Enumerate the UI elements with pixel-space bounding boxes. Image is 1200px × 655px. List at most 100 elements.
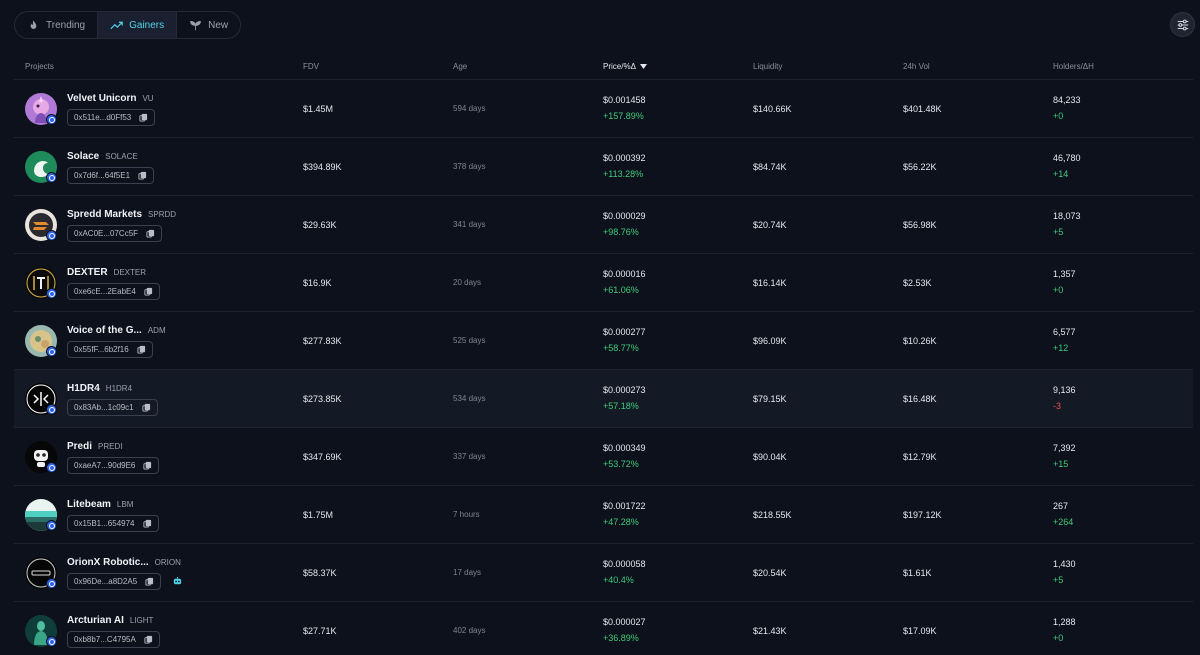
fdv-value: $27.71K [303,626,337,636]
filter-settings-button[interactable] [1170,12,1195,37]
project-name[interactable]: Spredd Markets SPRDD [67,209,176,220]
project-name[interactable]: Litebeam LBM [67,499,133,510]
project-name[interactable]: H1DR4 H1DR4 [67,383,132,394]
contract-address-copy[interactable]: 0x83Ab...1c09c1 [67,399,158,416]
copy-icon [139,113,148,122]
price-change: +157.89% [603,111,644,121]
contract-address-copy[interactable]: 0xAC0E...07Cc5F [67,225,163,242]
trending-up-icon [110,21,123,29]
base-chain-icon [46,288,57,299]
table-row[interactable]: Arcturian AI LIGHT 0xb8b7...C4795A $27.71… [14,602,1193,655]
copy-icon [137,345,145,354]
price-value: $0.001722 [603,501,646,511]
contract-address-copy[interactable]: 0x96De...a8D2A5 [67,573,162,590]
project-symbol: PREDI [98,442,123,451]
contract-address-copy[interactable]: 0x55fF...6b2f16 [67,341,153,358]
price-value: $0.001458 [603,95,646,105]
flame-icon [30,19,37,29]
contract-address-copy[interactable]: 0xaeA7...90d9E6 [67,457,160,474]
header-fdv[interactable]: FDV [303,62,319,71]
holders-change: +0 [1053,285,1064,295]
holders-value: 7,392 [1053,443,1076,453]
liquidity-value: $90.04K [753,452,787,462]
holders-change: +12 [1053,343,1069,353]
project-name[interactable]: Arcturian AI LIGHT [67,615,153,626]
project-symbol: ORION [154,558,181,567]
copy-icon [144,635,152,644]
header-age[interactable]: Age [453,62,467,71]
holders-change: +0 [1053,633,1064,643]
tab-trending[interactable]: Trending [15,12,97,38]
project-name[interactable]: OrionX Robotic... ORION [67,557,181,568]
projects-table: Velvet Unicorn VU 0x511e...d0Ff53 $1.45M … [14,80,1193,655]
table-row[interactable]: H1DR4 H1DR4 0x83Ab...1c09c1 $273.85K 534 … [14,370,1193,428]
price-value: $0.000277 [603,327,646,337]
sprout-icon [190,20,201,30]
contract-address-copy[interactable]: 0x15B1...654974 [67,515,159,532]
holders-value: 1,357 [1053,269,1076,279]
price-value: $0.000027 [603,617,646,627]
age-value: 17 days [453,568,482,577]
age-value: 7 hours [453,510,480,519]
tab-gainers[interactable]: Gainers [97,12,177,38]
holders-change: +5 [1053,575,1064,585]
header-liquidity[interactable]: Liquidity [753,62,782,71]
liquidity-value: $16.14K [753,278,787,288]
price-value: $0.000058 [603,559,646,569]
project-symbol: SPRDD [148,210,177,219]
project-name[interactable]: Solace SOLACE [67,151,138,162]
table-row[interactable]: Spredd Markets SPRDD 0xAC0E...07Cc5F $29.… [14,196,1193,254]
project-name[interactable]: DEXTER DEXTER [67,267,146,278]
liquidity-value: $20.54K [753,568,787,578]
copy-icon [144,287,152,296]
copy-icon [143,461,152,470]
tab-new[interactable]: New [176,12,240,38]
price-value: $0.000029 [603,211,646,221]
sliders-icon [1177,19,1188,30]
project-name[interactable]: Predi PREDI [67,441,122,452]
contract-address-copy[interactable]: 0x511e...d0Ff53 [67,109,156,126]
table-row[interactable]: DEXTER DEXTER 0xe6cE...2EabE4 $16.9K 20 d… [14,254,1193,312]
volume-value: $17.09K [903,626,937,636]
table-header: Projects FDV Age Price/%Δ Liquidity 24h … [14,55,1193,80]
price-change: +36.89% [603,633,639,643]
holders-change: +14 [1053,169,1069,179]
base-chain-icon [46,230,57,241]
volume-value: $56.98K [903,220,937,230]
holders-value: 1,288 [1053,617,1076,627]
contract-address-copy[interactable]: 0xe6cE...2EabE4 [67,283,160,300]
volume-value: $1.61K [903,568,932,578]
price-change: +47.28% [603,517,639,527]
robot-icon [173,576,182,585]
table-row[interactable]: Litebeam LBM 0x15B1...654974 $1.75M 7 hou… [14,486,1193,544]
price-change: +40.4% [603,575,634,585]
holders-value: 6,577 [1053,327,1076,337]
volume-value: $10.26K [903,336,937,346]
table-row[interactable]: OrionX Robotic... ORION 0x96De...a8D2A5 $… [14,544,1193,602]
table-row[interactable]: Solace SOLACE 0x7d6f...64f5E1 $394.89K 37… [14,138,1193,196]
holders-change: -3 [1053,401,1062,411]
project-name[interactable]: Velvet Unicorn VU [67,93,154,104]
contract-address-copy[interactable]: 0xb8b7...C4795A [67,631,160,648]
header-holders[interactable]: Holders/ΔH [1053,62,1094,71]
table-row[interactable]: Voice of the G... ADM 0x55fF...6b2f16 $27… [14,312,1193,370]
project-name[interactable]: Voice of the G... ADM [67,325,166,336]
header-price[interactable]: Price/%Δ [603,62,647,71]
base-chain-icon [46,346,57,357]
header-vol[interactable]: 24h Vol [903,62,930,71]
holders-value: 84,233 [1053,95,1081,105]
table-row[interactable]: Predi PREDI 0xaeA7...90d9E6 $347.69K 337 … [14,428,1193,486]
liquidity-value: $140.66K [753,104,792,114]
header-projects[interactable]: Projects [25,62,54,71]
base-chain-icon [46,520,57,531]
contract-address-copy[interactable]: 0x7d6f...64f5E1 [67,167,155,184]
copy-icon [145,577,154,586]
liquidity-value: $96.09K [753,336,787,346]
tab-bar: Trending Gainers New [14,11,242,39]
price-change: +98.76% [603,227,639,237]
project-symbol: ADM [147,326,166,335]
age-value: 378 days [453,162,486,171]
table-row[interactable]: Velvet Unicorn VU 0x511e...d0Ff53 $1.45M … [14,80,1193,138]
sort-desc-icon [639,64,647,69]
age-value: 594 days [453,104,486,113]
